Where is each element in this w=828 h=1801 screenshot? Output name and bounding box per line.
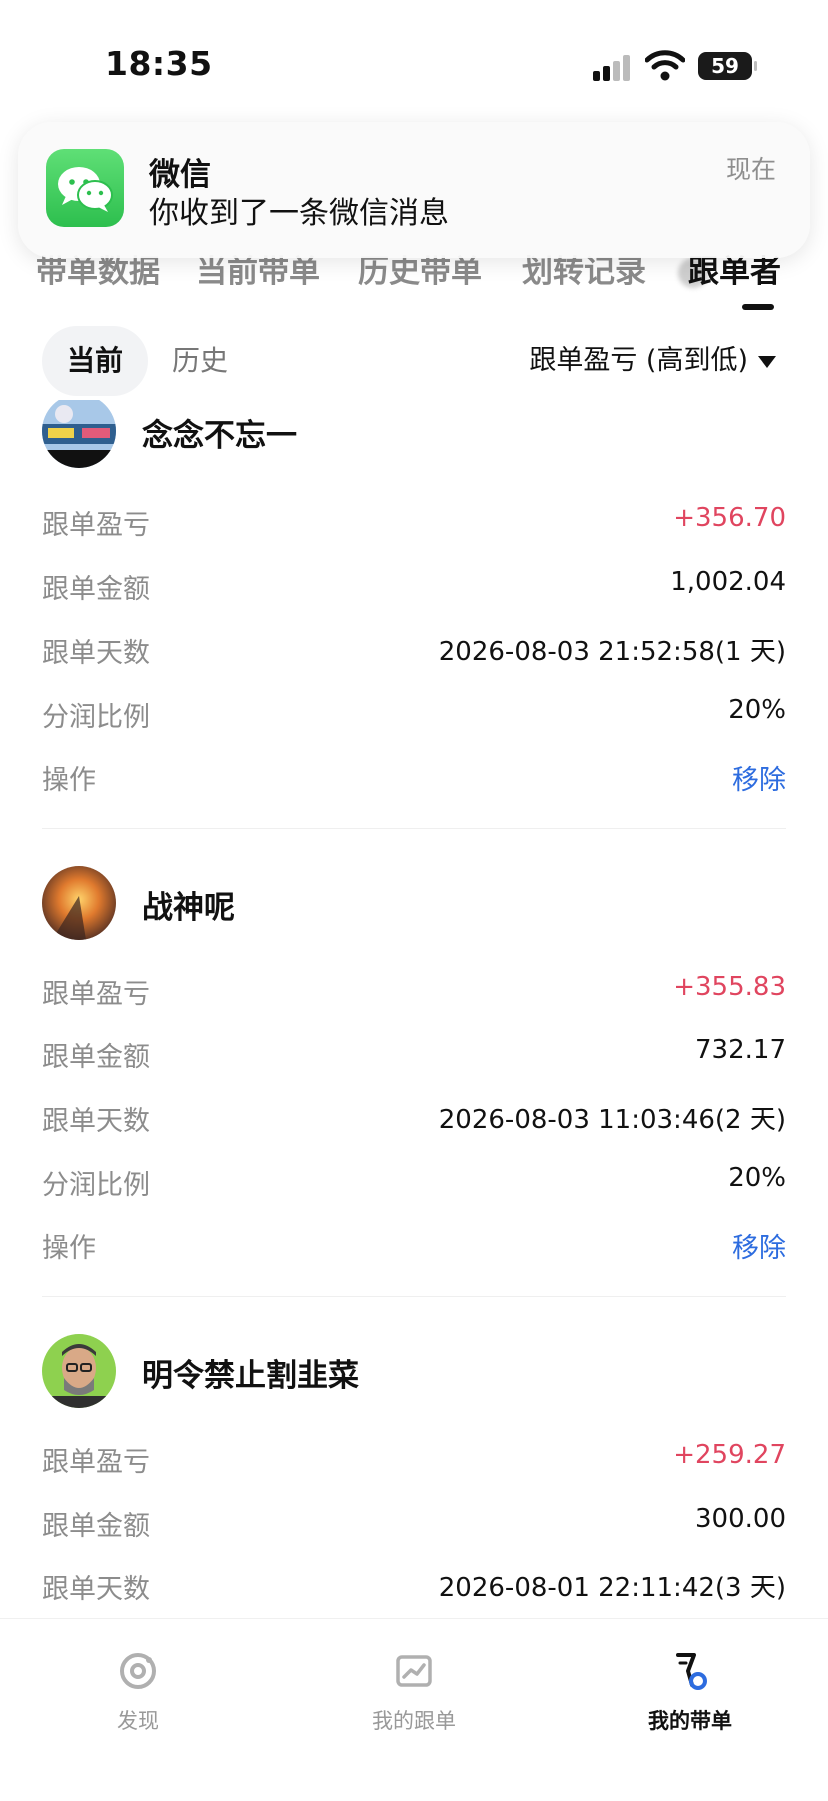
signal-icon (593, 55, 633, 81)
profit-value: +259.27 (673, 1440, 786, 1470)
caret-down-icon (758, 355, 776, 368)
row-label: 操作 (42, 765, 96, 796)
row-follow-profit: 跟单盈亏 +356.70 (42, 503, 786, 543)
row-follow-profit: 跟单盈亏 +259.27 (42, 1440, 786, 1480)
divider (42, 1296, 786, 1297)
days-value: 2026-08-01 22:11:42(3 天) (438, 1573, 786, 1603)
chart-icon (396, 1655, 432, 1687)
days-value: 2026-08-03 21:52:58(1 天) (438, 637, 786, 667)
row-follow-amount: 跟单金额 732.17 (42, 1035, 786, 1075)
wechat-notification[interactable]: 微信 你收到了一条微信消息 现在 (18, 122, 810, 258)
nav-label: 我的跟单 (372, 1709, 456, 1733)
follower-header: 明令禁止割韭菜 (42, 1334, 786, 1410)
share-value: 20% (728, 695, 786, 725)
row-follow-amount: 跟单金额 300.00 (42, 1504, 786, 1544)
nav-discover[interactable]: 发现 (58, 1649, 218, 1759)
wechat-icon (46, 149, 124, 227)
nav-my-follow[interactable]: 我的跟单 (334, 1649, 494, 1759)
nav-label: 发现 (117, 1709, 159, 1733)
follower-name: 战神呢 (142, 890, 235, 926)
amount-value: 300.00 (695, 1504, 786, 1534)
row-action: 操作 移除 (42, 1226, 786, 1266)
battery-icon: 59 (698, 52, 757, 80)
remove-button[interactable]: 移除 (732, 1226, 786, 1265)
nav-my-lead[interactable]: 我的带单 (610, 1649, 770, 1759)
amount-value: 732.17 (695, 1035, 786, 1065)
row-label: 跟单天数 (42, 638, 150, 669)
filter-bar: 当前 历史 跟单盈亏 (高到低) (0, 322, 828, 402)
row-follow-days: 跟单天数 2026-08-03 21:52:58(1 天) (42, 631, 786, 671)
status-time: 18:35 (105, 44, 213, 83)
row-follow-profit: 跟单盈亏 +355.83 (42, 972, 786, 1012)
row-profit-share: 分润比例 20% (42, 1163, 786, 1203)
follower-name: 念念不忘一 (142, 418, 297, 454)
avatar (42, 866, 116, 940)
days-value: 2026-08-03 11:03:46(2 天) (438, 1105, 786, 1135)
row-label: 跟单盈亏 (42, 979, 150, 1010)
row-label: 跟单天数 (42, 1106, 150, 1137)
app-screen: 18:35 59 带单数据 当前带单 历史带单 划转记录 跟单者 微信 你收到了… (0, 0, 828, 1801)
row-label: 跟单金额 (42, 1042, 150, 1073)
wifi-icon (645, 50, 685, 81)
row-action: 操作 移除 (42, 758, 786, 798)
row-follow-days: 跟单天数 2026-08-01 22:11:42(3 天) (42, 1567, 786, 1607)
divider (42, 828, 786, 829)
follower-header: 战神呢 (42, 866, 786, 942)
notification-message: 你收到了一条微信消息 (149, 196, 449, 231)
row-label: 跟单天数 (42, 1574, 150, 1605)
follower-list[interactable]: 念念不忘一 跟单盈亏 +356.70 跟单金额 1,002.04 跟单天数 20… (0, 400, 828, 1618)
follower-header: 念念不忘一 (42, 400, 786, 476)
segment-history[interactable]: 历史 (172, 326, 228, 396)
remove-button[interactable]: 移除 (732, 758, 786, 797)
discover-icon (120, 1653, 156, 1689)
profit-value: +355.83 (673, 972, 786, 1002)
row-label: 跟单金额 (42, 574, 150, 605)
amount-value: 1,002.04 (670, 567, 786, 597)
sort-label: 跟单盈亏 (高到低) (529, 345, 748, 376)
tab-underline (742, 304, 774, 310)
row-follow-days: 跟单天数 2026-08-03 11:03:46(2 天) (42, 1099, 786, 1139)
row-label: 操作 (42, 1233, 96, 1264)
row-follow-amount: 跟单金额 1,002.04 (42, 567, 786, 607)
profit-value: +356.70 (673, 503, 786, 533)
row-label: 分润比例 (42, 702, 150, 733)
avatar (42, 400, 116, 468)
bottom-nav: 发现 我的跟单 我的带单 (0, 1618, 828, 1801)
lead-trade-icon (676, 1653, 707, 1690)
row-profit-share: 分润比例 20% (42, 695, 786, 735)
notification-time: 现在 (725, 155, 776, 184)
row-label: 分润比例 (42, 1170, 150, 1201)
row-label: 跟单盈亏 (42, 1447, 150, 1478)
follower-name: 明令禁止割韭菜 (142, 1358, 359, 1394)
share-value: 20% (728, 1163, 786, 1193)
sort-dropdown[interactable]: 跟单盈亏 (高到低) (529, 326, 776, 396)
segment-current[interactable]: 当前 (42, 326, 148, 396)
nav-label: 我的带单 (648, 1709, 732, 1733)
row-label: 跟单金额 (42, 1511, 150, 1542)
avatar (42, 1334, 116, 1408)
row-label: 跟单盈亏 (42, 510, 150, 541)
